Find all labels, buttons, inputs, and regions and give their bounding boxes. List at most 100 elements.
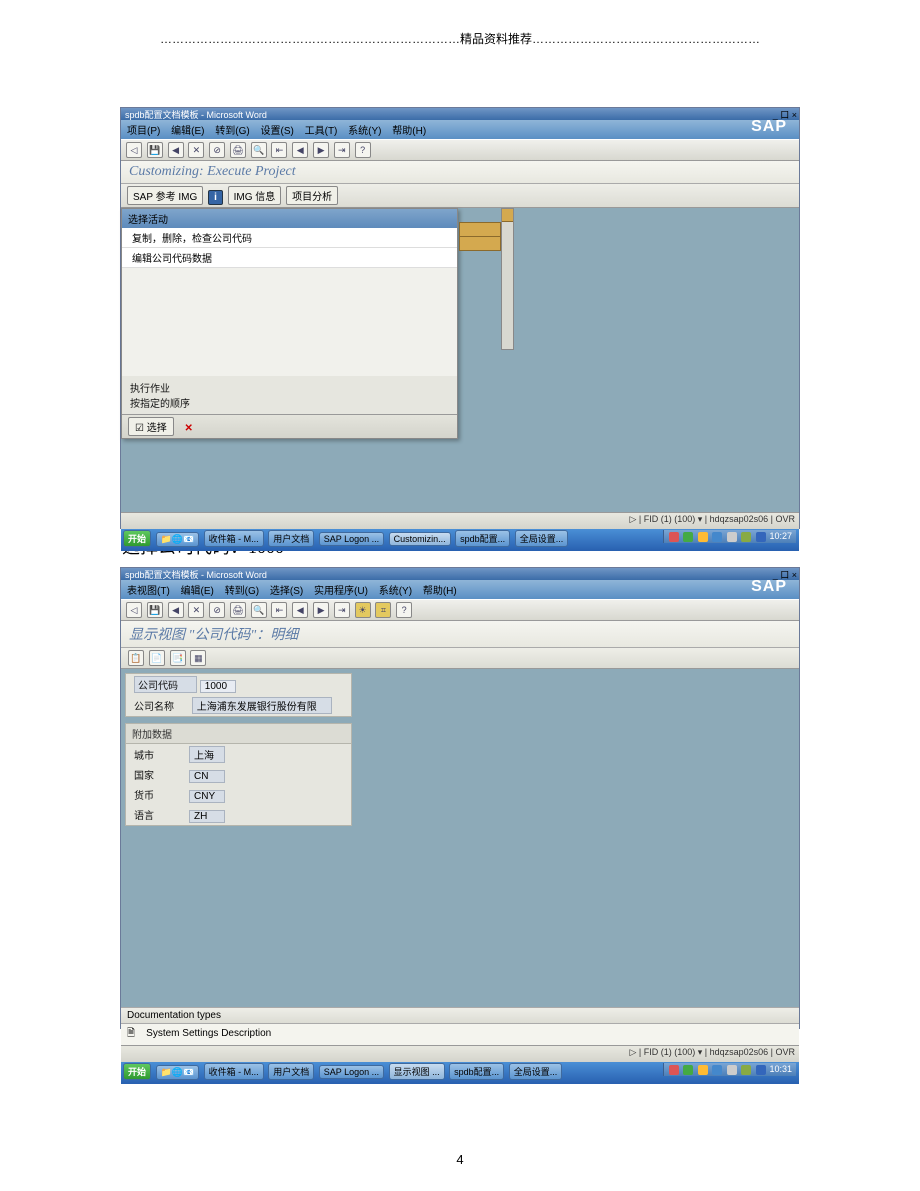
- img-info-label-button[interactable]: IMG 信息: [228, 186, 282, 205]
- project-analysis-button[interactable]: 项目分析: [286, 186, 338, 205]
- start-button[interactable]: 开始: [123, 530, 151, 547]
- country-value: CN: [189, 770, 225, 783]
- print-icon[interactable]: 🖨: [230, 142, 246, 158]
- tray-icon[interactable]: [698, 532, 708, 542]
- taskbar-item[interactable]: 收件箱 - M...: [204, 1063, 264, 1080]
- tray-icon[interactable]: [727, 1065, 737, 1075]
- next-icon[interactable]: ▶: [313, 602, 329, 618]
- language-label: 语言: [134, 807, 189, 822]
- window-title: spdb配置文档模板 - Microsoft Word: [125, 110, 267, 120]
- tray-icon[interactable]: [683, 532, 693, 542]
- taskbar-item[interactable]: SAP Logon ...: [319, 532, 384, 546]
- first-icon[interactable]: ⇤: [271, 602, 287, 618]
- cancel-icon[interactable]: ⊘: [209, 602, 225, 618]
- menu-item[interactable]: 选择(S): [270, 586, 303, 597]
- taskbar-item-active[interactable]: Customizin...: [389, 532, 451, 546]
- doc-types-item[interactable]: 🗎 System Settings Description: [121, 1023, 799, 1045]
- taskbar-item[interactable]: spdb配置...: [449, 1063, 504, 1080]
- dialog-buttons: ☑ 选择 ✕: [122, 414, 457, 438]
- prev-icon[interactable]: ◀: [292, 142, 308, 158]
- menu-item[interactable]: 系统(Y): [379, 586, 412, 597]
- menubar-1: 项目(P) 编辑(E) 转到(G) 设置(S) 工具(T) 系统(Y) 帮助(H…: [121, 120, 799, 139]
- taskbar-item-active[interactable]: 显示视图 ...: [389, 1063, 445, 1080]
- tray-icon[interactable]: [712, 1065, 722, 1075]
- menu-item[interactable]: 帮助(H): [392, 126, 426, 137]
- list-item[interactable]: 编辑公司代码数据: [122, 248, 457, 268]
- tray-icon[interactable]: [741, 1065, 751, 1075]
- taskbar-item[interactable]: 全局设置...: [515, 530, 569, 547]
- titlebar[interactable]: spdb配置文档模板 - Microsoft Word _ 口 ×: [121, 108, 799, 120]
- menu-item[interactable]: 编辑(E): [171, 126, 204, 137]
- menu-item[interactable]: 转到(G): [225, 586, 259, 597]
- sap-ref-img-button[interactable]: SAP 参考 IMG: [127, 186, 203, 205]
- layout-icon[interactable]: ⌗: [375, 602, 391, 618]
- next-icon[interactable]: ▶: [313, 142, 329, 158]
- start-button[interactable]: 开始: [123, 1063, 151, 1080]
- cancel-icon[interactable]: ✕: [185, 423, 193, 434]
- taskbar-item[interactable]: SAP Logon ...: [319, 1065, 384, 1079]
- save-icon[interactable]: 💾: [147, 602, 163, 618]
- client-area-1: 选择活动 复制，删除，检查公司代码 编辑公司代码数据 执行作业 按指定的顺序 ☑…: [121, 208, 799, 512]
- doc-types-header: Documentation types: [121, 1007, 799, 1023]
- tool-icon[interactable]: 📄: [149, 650, 165, 666]
- menu-item[interactable]: 转到(G): [215, 126, 249, 137]
- menu-item[interactable]: 项目(P): [127, 126, 160, 137]
- back-icon[interactable]: ◁: [126, 602, 142, 618]
- menu-item[interactable]: 实用程序(U): [314, 586, 368, 597]
- page-number: 4: [0, 1152, 920, 1167]
- help-icon[interactable]: ?: [355, 142, 371, 158]
- back-icon[interactable]: ◁: [126, 142, 142, 158]
- tray-icon[interactable]: [683, 1065, 693, 1075]
- sap-window-2: spdb配置文档模板 - Microsoft Word _ 口 × 表视图(T)…: [120, 567, 800, 1029]
- tray-icon[interactable]: [698, 1065, 708, 1075]
- file-icon: 🗎: [127, 1028, 135, 1039]
- cancel-icon[interactable]: ⊘: [209, 142, 225, 158]
- system-tray[interactable]: 10:31: [663, 1063, 796, 1076]
- help-icon[interactable]: ?: [396, 602, 412, 618]
- tool-icon[interactable]: 📋: [128, 650, 144, 666]
- print-icon[interactable]: 🖨: [230, 602, 246, 618]
- menu-item[interactable]: 工具(T): [305, 126, 338, 137]
- tray-icon[interactable]: [712, 532, 722, 542]
- dialog-title: 选择活动: [122, 209, 457, 228]
- tray-icon[interactable]: [669, 1065, 679, 1075]
- tool-icon[interactable]: 📑: [170, 650, 186, 666]
- menu-item[interactable]: 系统(Y): [348, 126, 381, 137]
- new-icon[interactable]: ☀: [355, 602, 371, 618]
- status-text: ▷ | FID (1) (100) ▾ | hdqzsap02s06 | OVR: [629, 514, 795, 525]
- quick-launch[interactable]: 📁🌐📧: [156, 1065, 200, 1080]
- taskbar-item[interactable]: 全局设置...: [509, 1063, 563, 1080]
- exit-icon[interactable]: ✕: [188, 142, 204, 158]
- tray-icon[interactable]: [669, 532, 679, 542]
- taskbar-item[interactable]: 用户文档: [268, 530, 314, 547]
- tray-icon[interactable]: [741, 532, 751, 542]
- tray-icon[interactable]: [756, 532, 766, 542]
- exit-icon[interactable]: ✕: [188, 602, 204, 618]
- system-tray[interactable]: 10:27: [663, 530, 796, 543]
- titlebar[interactable]: spdb配置文档模板 - Microsoft Word _ 口 ×: [121, 568, 799, 580]
- menu-item[interactable]: 设置(S): [260, 126, 293, 137]
- list-item[interactable]: 复制，删除，检查公司代码: [122, 228, 457, 248]
- find-icon[interactable]: 🔍: [251, 602, 267, 618]
- taskbar-item[interactable]: 收件箱 - M...: [204, 530, 264, 547]
- tool-icon[interactable]: ▦: [190, 650, 206, 666]
- back2-icon[interactable]: ◀: [168, 142, 184, 158]
- last-icon[interactable]: ⇥: [334, 142, 350, 158]
- back2-icon[interactable]: ◀: [168, 602, 184, 618]
- menu-item[interactable]: 编辑(E): [181, 586, 214, 597]
- taskbar-item[interactable]: spdb配置...: [455, 530, 510, 547]
- img-info-button[interactable]: i: [208, 190, 223, 205]
- select-button[interactable]: ☑ 选择: [128, 417, 174, 436]
- tray-icon[interactable]: [756, 1065, 766, 1075]
- menu-item[interactable]: 帮助(H): [423, 586, 457, 597]
- find-icon[interactable]: 🔍: [251, 142, 267, 158]
- prev-icon[interactable]: ◀: [292, 602, 308, 618]
- company-name-value: 上海浦东发展银行股份有限: [192, 697, 332, 714]
- tray-icon[interactable]: [727, 532, 737, 542]
- quick-launch[interactable]: 📁🌐📧: [156, 532, 200, 547]
- menu-item[interactable]: 表视图(T): [127, 586, 170, 597]
- first-icon[interactable]: ⇤: [271, 142, 287, 158]
- last-icon[interactable]: ⇥: [334, 602, 350, 618]
- taskbar-item[interactable]: 用户文档: [268, 1063, 314, 1080]
- save-icon[interactable]: 💾: [147, 142, 163, 158]
